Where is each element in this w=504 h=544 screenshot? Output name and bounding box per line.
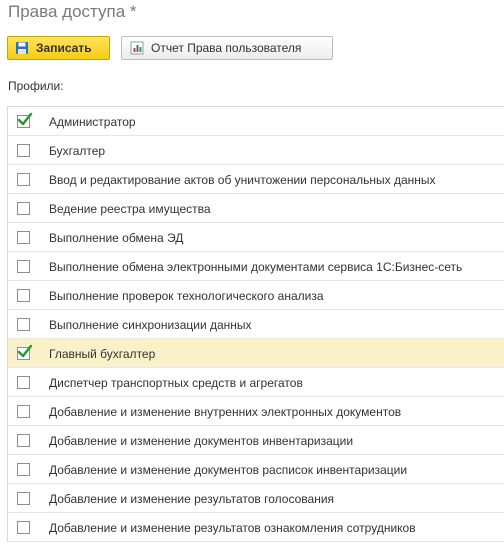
save-button-label: Записать bbox=[36, 41, 92, 55]
list-item[interactable]: Выполнение проверок технологического ана… bbox=[8, 281, 504, 310]
profile-label: Выполнение синхронизации данных bbox=[49, 318, 252, 332]
checkbox[interactable] bbox=[17, 318, 30, 331]
checkbox[interactable] bbox=[17, 434, 30, 447]
list-item[interactable]: Добавление и изменение результатов голос… bbox=[8, 484, 504, 513]
profile-label: Добавление и изменение результатов голос… bbox=[49, 492, 335, 506]
list-item[interactable]: Диспетчер транспортных средств и агрегат… bbox=[8, 368, 504, 397]
list-item[interactable]: Выполнение синхронизации данных bbox=[8, 310, 504, 339]
checkbox-checked[interactable] bbox=[17, 112, 33, 128]
checkbox[interactable] bbox=[17, 231, 30, 244]
list-item[interactable]: Выполнение обмена электронными документа… bbox=[8, 252, 504, 281]
profile-label: Добавление и изменение внутренних электр… bbox=[49, 405, 402, 419]
profile-label: Добавление и изменение результатов ознак… bbox=[49, 521, 416, 535]
profile-label: Диспетчер транспортных средств и агрегат… bbox=[49, 376, 303, 390]
list-item[interactable]: Добавление и изменение внутренних электр… bbox=[8, 397, 504, 426]
checkbox[interactable] bbox=[17, 463, 30, 476]
profile-label: Администратор bbox=[49, 115, 136, 129]
list-item[interactable]: Добавление и изменение результатов ознак… bbox=[8, 513, 504, 542]
profile-label: Выполнение обмена ЭД bbox=[49, 231, 184, 245]
checkbox[interactable] bbox=[17, 202, 30, 215]
list-item[interactable]: Выполнение обмена ЭД bbox=[8, 223, 504, 252]
profile-label: Выполнение обмена электронными документа… bbox=[49, 260, 463, 274]
profile-label: Выполнение проверок технологического ана… bbox=[49, 289, 324, 303]
checkbox[interactable] bbox=[17, 260, 30, 273]
bar-chart-report-icon bbox=[130, 41, 144, 55]
checkmark-icon bbox=[17, 112, 33, 126]
list-item[interactable]: Добавление и изменение документов инвент… bbox=[8, 426, 504, 455]
list-item[interactable]: Ввод и редактирование актов об уничтожен… bbox=[8, 165, 504, 194]
checkbox[interactable] bbox=[17, 521, 30, 534]
profile-label: Добавление и изменение документов распис… bbox=[49, 463, 408, 477]
report-button-label: Отчет Права пользователя bbox=[151, 41, 302, 55]
checkbox-checked[interactable] bbox=[17, 344, 33, 360]
checkbox[interactable] bbox=[17, 173, 30, 186]
checkbox[interactable] bbox=[17, 376, 30, 389]
checkbox[interactable] bbox=[17, 405, 30, 418]
profile-label: Ведение реестра имущества bbox=[49, 202, 211, 216]
list-item[interactable]: Добавление и изменение документов распис… bbox=[8, 455, 504, 484]
checkmark-icon bbox=[17, 344, 33, 358]
list-item[interactable]: Бухгалтер bbox=[8, 136, 504, 165]
list-item[interactable]: Ведение реестра имущества bbox=[8, 194, 504, 223]
floppy-disk-icon bbox=[15, 41, 29, 55]
page-title: Права доступа * bbox=[8, 2, 137, 21]
save-button[interactable]: Записать bbox=[7, 36, 110, 60]
profiles-label: Профили: bbox=[8, 79, 64, 93]
profile-label: Бухгалтер bbox=[49, 144, 106, 158]
profiles-list: Администратор Бухгалтер Ввод и редактирова… bbox=[7, 106, 504, 542]
list-item[interactable]: Администратор bbox=[8, 107, 504, 136]
checkbox[interactable] bbox=[17, 492, 30, 505]
user-rights-report-button[interactable]: Отчет Права пользователя bbox=[121, 36, 333, 60]
profile-label: Главный бухгалтер bbox=[49, 347, 156, 361]
profile-label: Добавление и изменение документов инвент… bbox=[49, 434, 354, 448]
list-item[interactable]: Главный бухгалтер bbox=[8, 339, 504, 368]
profile-label: Ввод и редактирование актов об уничтожен… bbox=[49, 173, 436, 187]
checkbox[interactable] bbox=[17, 144, 30, 157]
checkbox[interactable] bbox=[17, 289, 30, 302]
